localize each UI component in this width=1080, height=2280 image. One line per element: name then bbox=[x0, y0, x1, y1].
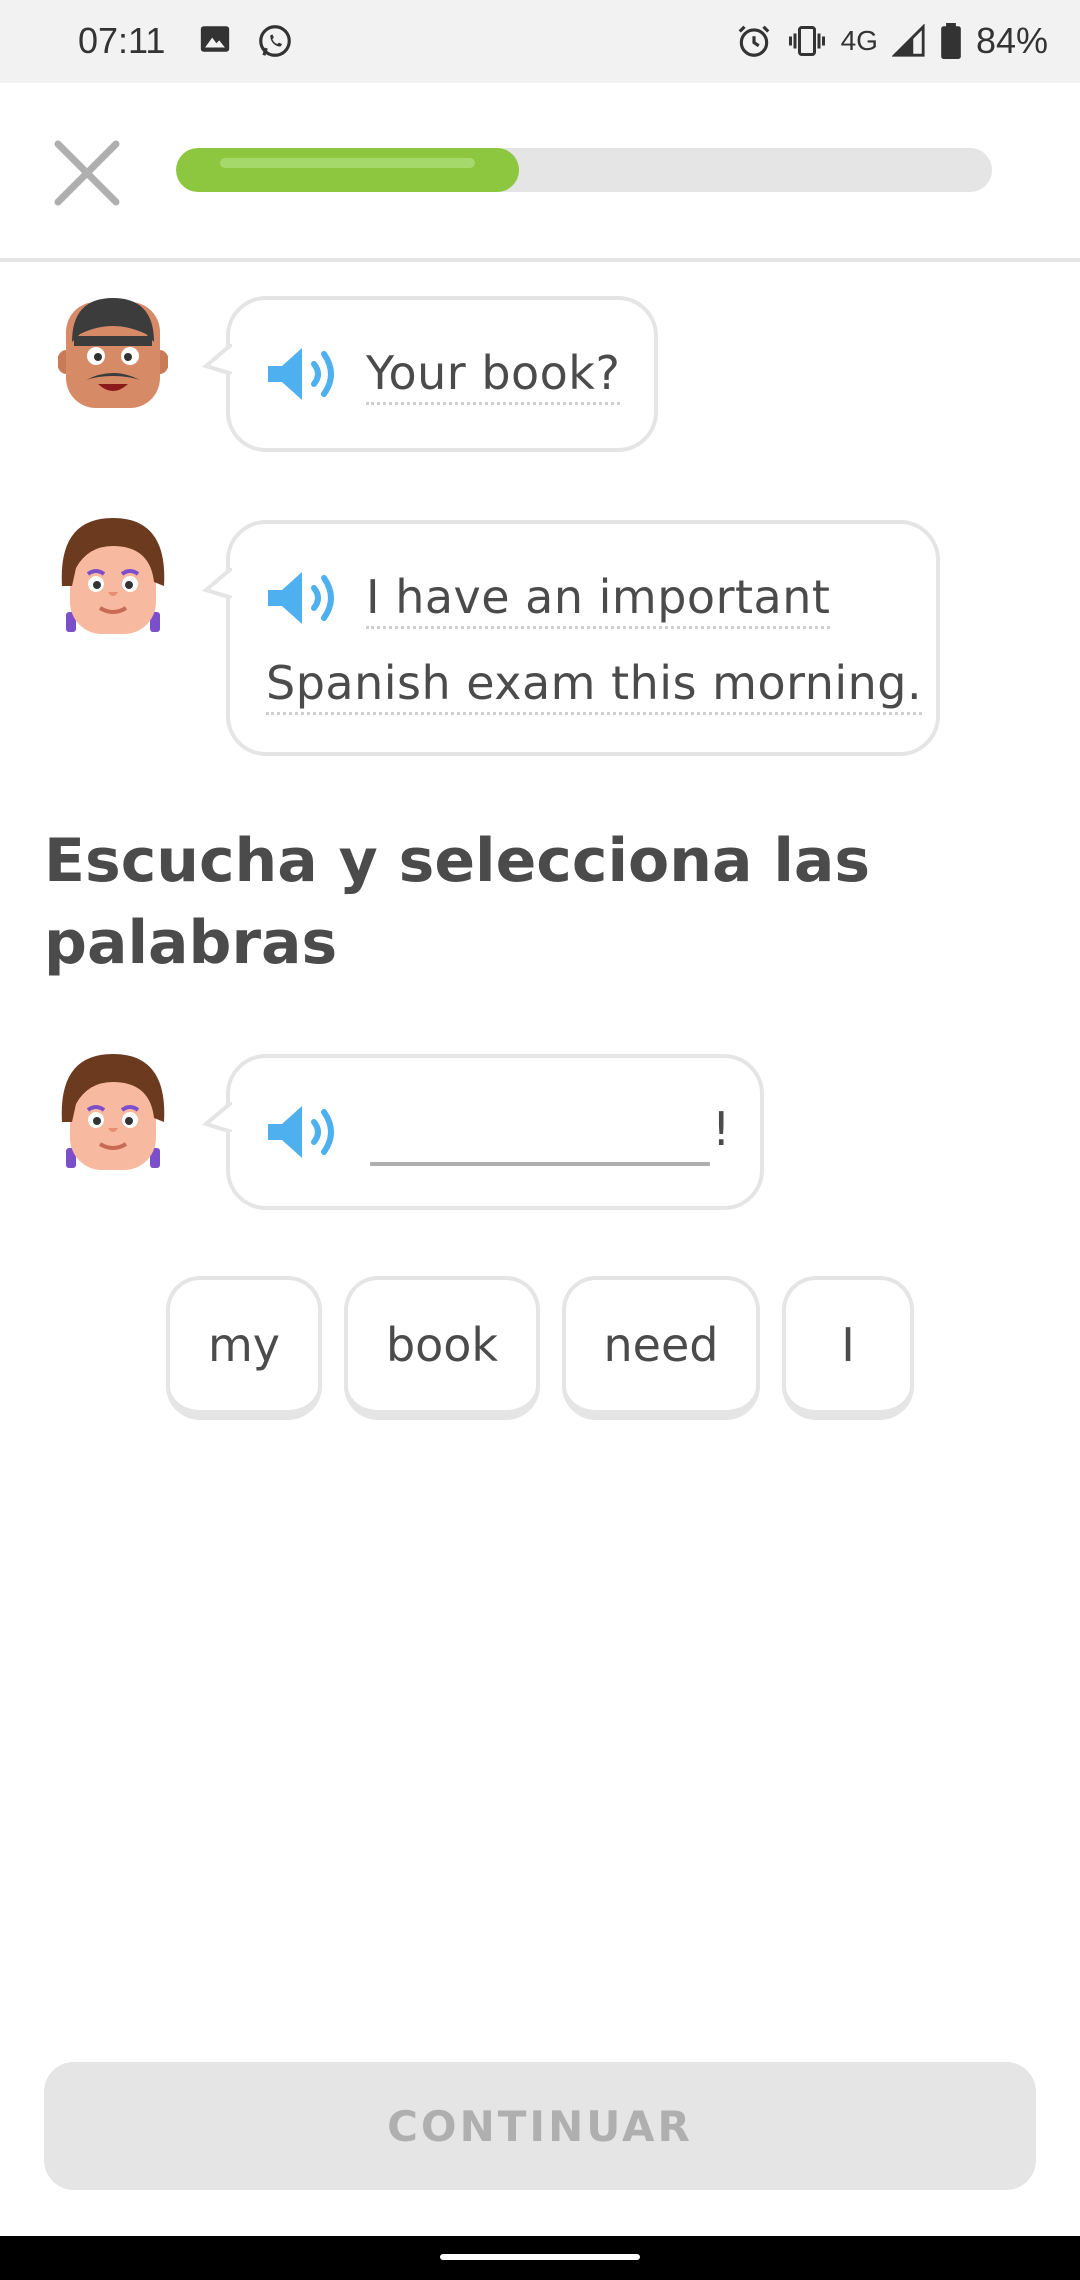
speaker-icon[interactable] bbox=[266, 1102, 342, 1162]
continue-button[interactable]: CONTINUAR bbox=[44, 2062, 1036, 2190]
close-icon[interactable] bbox=[52, 138, 122, 208]
woman-avatar bbox=[61, 1054, 165, 1170]
speaker-icon[interactable] bbox=[266, 344, 342, 404]
network-type: 4G bbox=[840, 25, 878, 56]
progress-fill bbox=[176, 148, 519, 192]
battery-icon bbox=[941, 23, 961, 59]
signal-icon bbox=[891, 24, 925, 57]
word-chip-i[interactable]: I bbox=[782, 1276, 914, 1420]
whatsapp-icon bbox=[259, 25, 291, 57]
word-chip-my[interactable]: my bbox=[166, 1276, 322, 1420]
speech-bubble-2: I have an important Spanish exam this mo… bbox=[202, 520, 940, 756]
speaker-icon[interactable] bbox=[266, 568, 342, 628]
vibrate-icon bbox=[788, 26, 825, 56]
header-divider bbox=[0, 258, 1080, 262]
man-mustache-avatar bbox=[58, 298, 168, 408]
answer-bubble: ! bbox=[202, 1054, 764, 1210]
alarm-icon bbox=[738, 25, 769, 57]
dialogue-text-2a[interactable]: I have an important bbox=[366, 554, 831, 640]
bubble-tail bbox=[202, 1102, 232, 1132]
status-time: 07:11 bbox=[78, 20, 166, 61]
bubble-tail bbox=[202, 344, 232, 374]
bubble-tail bbox=[202, 568, 232, 598]
dialogue-words[interactable]: Your book? bbox=[366, 346, 621, 405]
status-bar: 07:11 4G 84% bbox=[0, 0, 1080, 83]
image-icon bbox=[200, 26, 230, 52]
speech-bubble-1: Your book? bbox=[202, 296, 658, 452]
word-chip-book[interactable]: book bbox=[344, 1276, 540, 1420]
dialogue-text-2b[interactable]: Spanish exam this morning. bbox=[266, 640, 923, 726]
instruction-heading: Escucha y selecciona las palabras bbox=[44, 826, 871, 978]
word-chip-need[interactable]: need bbox=[562, 1276, 760, 1420]
home-handle[interactable] bbox=[440, 2254, 640, 2260]
answer-ending: ! bbox=[712, 1102, 731, 1156]
status-right: 4G 84% bbox=[735, 20, 1048, 62]
lesson-progress-bar bbox=[176, 148, 992, 192]
dialogue-words[interactable]: Spanish exam this morning. bbox=[266, 656, 923, 715]
progress-shine bbox=[220, 158, 475, 168]
woman-avatar bbox=[61, 518, 165, 634]
dialogue-words[interactable]: I have an important bbox=[366, 570, 831, 629]
battery-level: 84% bbox=[975, 20, 1048, 61]
dialogue-text-1[interactable]: Your book? bbox=[366, 330, 621, 416]
answer-blank[interactable] bbox=[370, 1162, 710, 1166]
